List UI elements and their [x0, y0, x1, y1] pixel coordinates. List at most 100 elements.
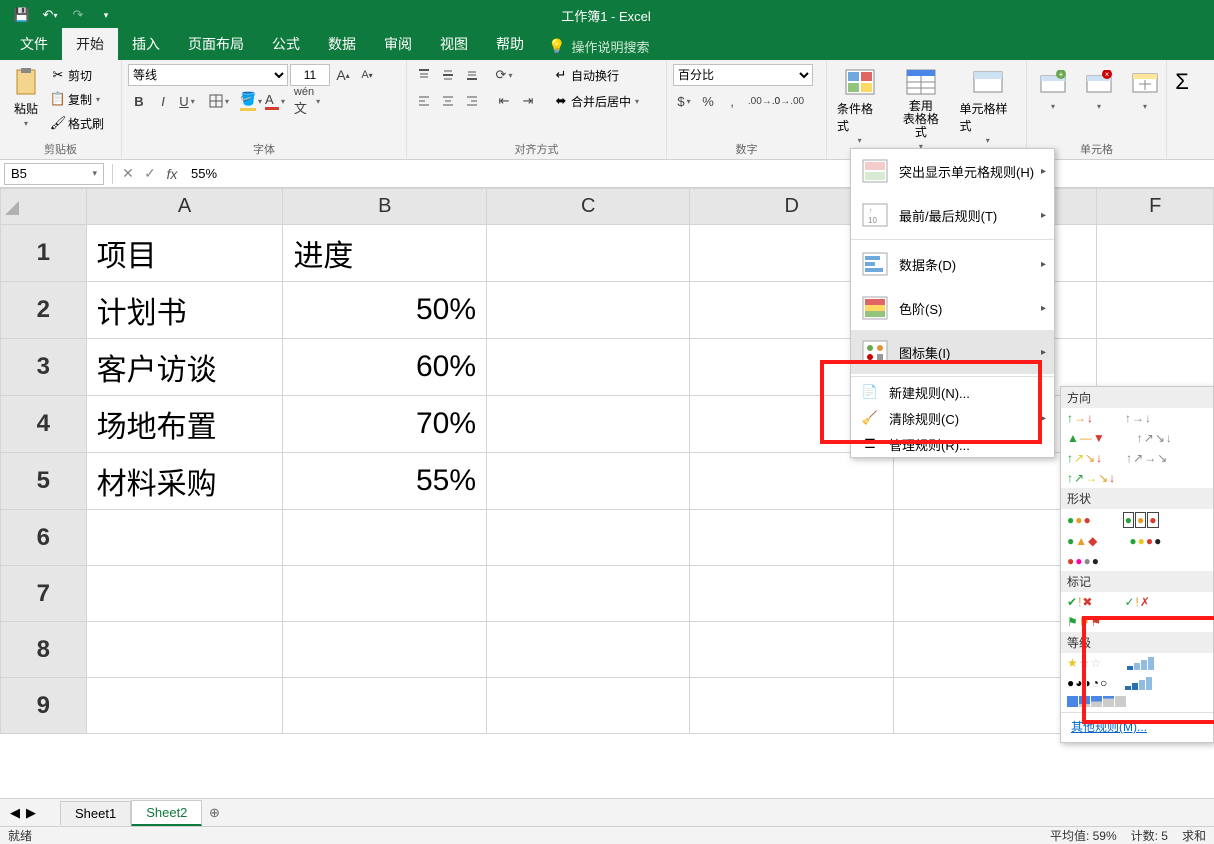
cf-top-rules[interactable]: ↑10 最前/最后规则(T)▸ [851, 193, 1054, 237]
cf-clear-rules[interactable]: 🧹 清除规则(C)▸ [851, 405, 1054, 431]
cf-iconsets[interactable]: 图标集(I)▸ [851, 330, 1054, 374]
tab-file[interactable]: 文件 [6, 28, 62, 60]
iconset-5ratings-bars[interactable] [1125, 677, 1152, 690]
cf-colorscales[interactable]: 色阶(S)▸ [851, 286, 1054, 330]
tab-formulas[interactable]: 公式 [258, 28, 314, 60]
sheet-tab-2[interactable]: Sheet2 [131, 800, 202, 826]
cell-A5[interactable]: 材料采购 [86, 453, 283, 510]
iconset-5arrows-gray[interactable]: ↑↗→↘ [1126, 451, 1167, 465]
underline-button[interactable]: U [176, 90, 198, 112]
cell-B5[interactable]: 55% [283, 453, 487, 510]
border-button[interactable] [208, 90, 230, 112]
sheet-nav-prev[interactable]: ◀ [10, 805, 20, 821]
cell-B2[interactable]: 50% [283, 282, 487, 339]
cell-B3[interactable]: 60% [283, 339, 487, 396]
align-left-button[interactable] [413, 90, 435, 112]
decrease-decimal-button[interactable]: .0→.00 [777, 90, 799, 112]
font-color-button[interactable]: A [264, 90, 286, 112]
paste-button[interactable]: 粘贴 ▾ [6, 64, 46, 130]
iconset-3arrows-colored[interactable]: ↑→↓ [1067, 411, 1093, 425]
iconset-4arrows-colored[interactable]: ↑↗↘↓ [1067, 451, 1102, 465]
phonetic-button[interactable]: wén文 [296, 90, 318, 112]
indent-decrease-button[interactable]: ⇤ [493, 90, 515, 112]
row-header-5[interactable]: 5 [1, 453, 87, 510]
row-header-9[interactable]: 9 [1, 678, 87, 734]
tab-data[interactable]: 数据 [314, 28, 370, 60]
cell-A4[interactable]: 场地布置 [86, 396, 283, 453]
delete-cell-button[interactable]: ×▾ [1079, 64, 1119, 113]
cut-button[interactable]: ✂剪切 [50, 64, 104, 86]
decrease-font-button[interactable]: A▾ [356, 64, 378, 86]
cell-C1[interactable] [487, 225, 690, 282]
cell-A2[interactable]: 计划书 [86, 282, 283, 339]
cf-highlight-rules[interactable]: 突出显示单元格规则(H)▸ [851, 149, 1054, 193]
tab-help[interactable]: 帮助 [482, 28, 538, 60]
col-header-A[interactable]: A [86, 189, 283, 225]
add-sheet-button[interactable]: ⊕ [202, 805, 226, 821]
wrap-text-button[interactable]: ↵自动换行 [553, 64, 639, 86]
row-header-7[interactable]: 7 [1, 566, 87, 622]
percent-button[interactable]: % [697, 90, 719, 112]
align-center-button[interactable] [437, 90, 459, 112]
tab-view[interactable]: 视图 [426, 28, 482, 60]
cancel-button[interactable]: ✕ [117, 163, 139, 185]
iconset-5boxes[interactable] [1067, 696, 1126, 707]
iconset-3trafficlights[interactable]: ●●● [1067, 513, 1091, 527]
cf-databars[interactable]: 数据条(D)▸ [851, 242, 1054, 286]
iconset-3symbols-circled[interactable]: ✔!✖ [1067, 595, 1092, 609]
row-header-4[interactable]: 4 [1, 396, 87, 453]
sheet-nav-next[interactable]: ▶ [26, 805, 36, 821]
tab-review[interactable]: 审阅 [370, 28, 426, 60]
iconset-3stars[interactable]: ★★☆ [1067, 656, 1101, 670]
cell-B1[interactable]: 进度 [283, 225, 487, 282]
iconset-3triangles[interactable]: ▲—▼ [1067, 431, 1105, 445]
align-middle-button[interactable] [437, 64, 459, 86]
italic-button[interactable]: I [152, 90, 174, 112]
cf-manage-rules[interactable]: ☰ 管理规则(R)... [851, 431, 1054, 457]
redo-icon[interactable]: ↷ [66, 3, 90, 27]
cell-B4[interactable]: 70% [283, 396, 487, 453]
copy-button[interactable]: 📋复制▾ [50, 88, 104, 110]
accounting-button[interactable]: $ [673, 90, 695, 112]
tab-layout[interactable]: 页面布局 [174, 28, 258, 60]
insert-cell-button[interactable]: +▾ [1033, 64, 1073, 113]
cf-new-rule[interactable]: 📄 新建规则(N)... [851, 379, 1054, 405]
cell-A1[interactable]: 项目 [86, 225, 283, 282]
iconset-5quarters[interactable]: ●◕◑◔○ [1067, 676, 1107, 690]
cell-styles-button[interactable]: 单元格样式▾ [955, 64, 1020, 147]
sheet-tab-1[interactable]: Sheet1 [60, 801, 131, 825]
autosum-button[interactable]: Σ [1173, 64, 1191, 100]
orientation-button[interactable]: ⟳ [493, 64, 515, 86]
format-painter-button[interactable]: 🖌格式刷 [50, 112, 104, 134]
font-size-input[interactable] [290, 64, 330, 86]
fx-button[interactable]: fx [161, 163, 183, 185]
save-icon[interactable]: 💾 [10, 3, 34, 27]
undo-icon[interactable]: ↶▾ [38, 3, 62, 27]
cell-F1[interactable] [1097, 225, 1214, 282]
tell-me[interactable]: 💡 操作说明搜索 [538, 33, 659, 60]
bold-button[interactable]: B [128, 90, 150, 112]
iconset-3flags[interactable]: ⚑⚑⚑ [1067, 615, 1101, 629]
iconset-4ratings-bars[interactable] [1127, 657, 1154, 670]
indent-increase-button[interactable]: ⇥ [517, 90, 539, 112]
col-header-B[interactable]: B [283, 189, 487, 225]
row-header-1[interactable]: 1 [1, 225, 87, 282]
select-all-corner[interactable] [1, 189, 87, 225]
iconset-3trafficlights-rimmed[interactable]: ●●● [1123, 512, 1159, 528]
increase-font-button[interactable]: A▴ [332, 64, 354, 86]
col-header-C[interactable]: C [487, 189, 690, 225]
comma-button[interactable]: , [721, 90, 743, 112]
conditional-format-button[interactable]: 条件格式▾ [833, 64, 886, 147]
align-right-button[interactable] [461, 90, 483, 112]
col-header-F[interactable]: F [1097, 189, 1214, 225]
iconset-3signs[interactable]: ●▲◆ [1067, 534, 1097, 548]
row-header-8[interactable]: 8 [1, 622, 87, 678]
row-header-3[interactable]: 3 [1, 339, 87, 396]
align-top-button[interactable] [413, 64, 435, 86]
iconset-5arrows-colored[interactable]: ↑↗→↘↓ [1067, 471, 1115, 485]
table-format-button[interactable]: 套用 表格格式▾ [894, 64, 947, 153]
iconset-3symbols[interactable]: ✓!✗ [1124, 595, 1149, 609]
qat-customize-icon[interactable]: ▾ [94, 3, 118, 27]
iconset-redtoblack[interactable]: ●●●● [1067, 554, 1099, 568]
name-box[interactable]: B5▾ [4, 163, 104, 185]
